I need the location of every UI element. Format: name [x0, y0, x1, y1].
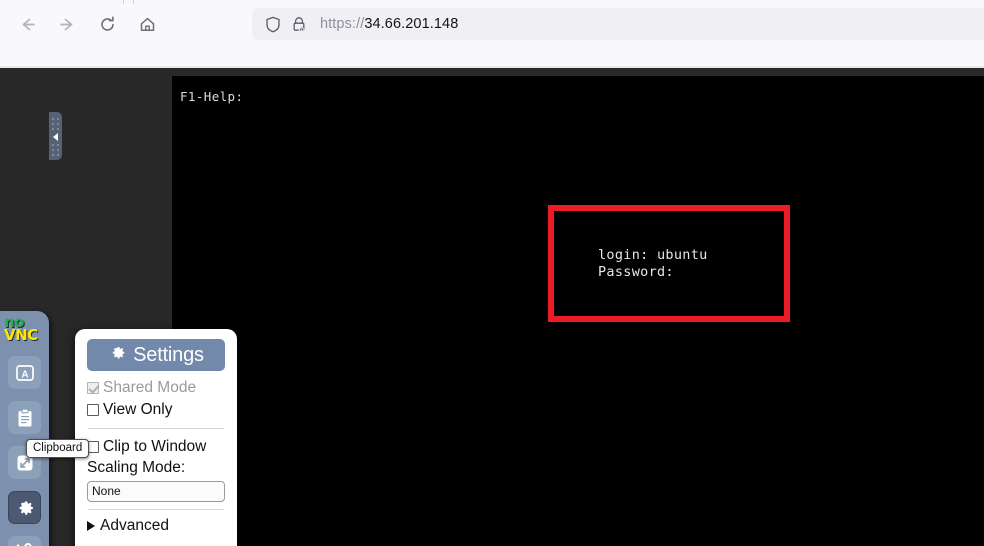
- novnc-control-bar: no VNC A: [0, 311, 49, 546]
- disconnect-button[interactable]: [8, 536, 41, 546]
- scaling-mode-label: Scaling Mode:: [87, 459, 186, 476]
- back-button[interactable]: [10, 7, 44, 41]
- keyboard-button[interactable]: A: [8, 356, 41, 389]
- clipboard-button[interactable]: [8, 401, 41, 434]
- url-scheme: https://: [320, 16, 365, 32]
- url-bar[interactable]: https://34.66.201.148: [252, 8, 984, 40]
- shared-mode-option[interactable]: Shared Mode: [87, 377, 225, 399]
- url-host: 34.66.201.148: [364, 16, 459, 32]
- settings-panel: Settings Shared Mode View Only Clip to W…: [75, 329, 237, 546]
- novnc-status-strip: [172, 68, 984, 76]
- clip-to-window-label: Clip to Window: [103, 438, 207, 455]
- disconnect-icon: [14, 542, 36, 546]
- scaling-mode-select[interactable]: None: [87, 481, 225, 502]
- lock-warning-icon[interactable]: [286, 11, 312, 37]
- terminal-login-text: login: ubuntu Password:: [598, 247, 708, 280]
- vnc-screen-canvas[interactable]: F1-Help: login: ubuntu Password:: [172, 76, 984, 546]
- view-only-label: View Only: [103, 401, 173, 418]
- settings-divider: [88, 509, 224, 510]
- control-bar-handle[interactable]: [49, 112, 62, 160]
- gear-icon: [108, 343, 127, 367]
- view-only-option[interactable]: View Only: [87, 399, 225, 421]
- browser-chrome: https://34.66.201.148: [0, 0, 984, 68]
- novnc-logo: no VNC: [4, 315, 38, 344]
- settings-title: Settings: [133, 343, 204, 366]
- shared-mode-checkbox[interactable]: [87, 382, 99, 394]
- advanced-section-toggle[interactable]: Advanced: [87, 517, 225, 535]
- url-text[interactable]: https://34.66.201.148: [320, 16, 458, 32]
- settings-button[interactable]: [8, 491, 41, 524]
- home-button[interactable]: [130, 7, 164, 41]
- svg-text:A: A: [21, 369, 28, 380]
- novnc-page: F1-Help: login: ubuntu Password: no VNC: [0, 68, 984, 546]
- settings-divider: [88, 428, 224, 429]
- clipboard-icon: [14, 407, 36, 429]
- shield-icon[interactable]: [260, 11, 286, 37]
- reload-button[interactable]: [90, 7, 124, 41]
- login-highlight-box: login: ubuntu Password:: [548, 205, 790, 322]
- view-only-checkbox[interactable]: [87, 404, 99, 416]
- clipboard-tooltip: Clipboard: [26, 439, 90, 458]
- advanced-label: Advanced: [100, 517, 169, 534]
- settings-panel-header: Settings: [87, 339, 225, 371]
- forward-button[interactable]: [50, 7, 84, 41]
- terminal-help-text: F1-Help:: [180, 89, 244, 104]
- clip-to-window-option[interactable]: Clip to Window: [87, 436, 225, 458]
- keyboard-icon: A: [14, 362, 36, 384]
- gear-icon: [14, 497, 36, 519]
- chevron-right-icon: [87, 521, 95, 531]
- logo-text-vnc: VNC: [4, 326, 38, 344]
- chevron-left-icon: [52, 133, 58, 141]
- shared-mode-label: Shared Mode: [103, 379, 197, 396]
